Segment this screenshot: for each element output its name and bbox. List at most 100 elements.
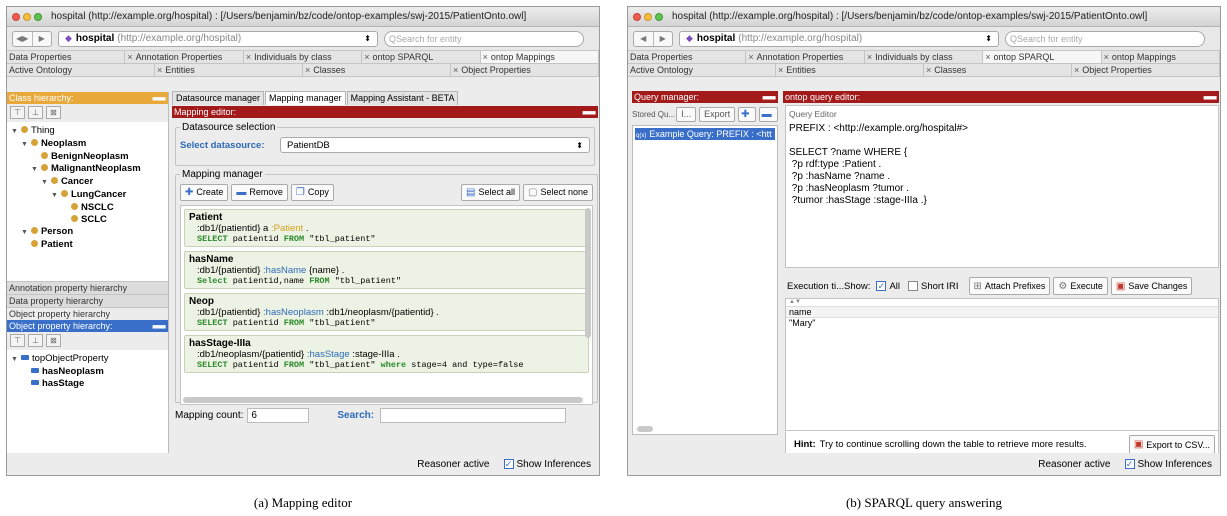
close-tab-icon[interactable]: × [985, 52, 990, 62]
query-list-hscrollbar[interactable] [637, 426, 653, 432]
tab-ontop-sparql[interactable]: × ontop SPARQL [362, 51, 481, 63]
tab-entities[interactable]: × Entities [155, 64, 303, 76]
tab-data-properties[interactable]: Data Properties [628, 51, 747, 63]
query-editor-box[interactable]: Query Editor PREFIX : <http://example.or… [785, 105, 1219, 268]
subtab-mapping-manager[interactable]: Mapping manager [265, 91, 346, 105]
tree-node-hasstage[interactable]: hasStage [11, 378, 164, 390]
add-sibling-property-icon[interactable]: ⊥ [28, 334, 43, 347]
expand-triangle-icon[interactable]: ▼ [41, 179, 48, 186]
show-inferences-checkbox[interactable]: ✓ [1124, 459, 1135, 469]
tree-node-benignneoplasm[interactable]: BenignNeoplasm [11, 151, 164, 163]
tree-node-nsclc[interactable]: NSCLC [11, 202, 164, 214]
mapping-search-input[interactable] [380, 408, 567, 423]
mapping-record[interactable]: Neop:db1/{patientid} :hasNeoplasm :db1/n… [184, 293, 589, 331]
remove-query-button[interactable]: ▬ [758, 106, 778, 122]
expand-triangle-icon[interactable]: ▼ [11, 128, 18, 135]
subtab-datasource-manager[interactable]: Datasource manager [172, 91, 265, 105]
back-arrow-icon[interactable]: ◀ [634, 31, 654, 46]
tab-individuals-by-class[interactable]: × Individuals by class [244, 51, 363, 63]
entity-search-input[interactable]: Q Search for entity [1005, 30, 1205, 47]
expand-triangle-icon[interactable]: ▼ [51, 192, 58, 199]
tab-classes[interactable]: × Classes [924, 64, 1072, 76]
pane-controls-icon[interactable]: ■■■■ [152, 322, 166, 334]
close-tab-icon[interactable]: × [305, 65, 310, 75]
tab-annotation-properties[interactable]: × Annotation Properties [746, 51, 865, 63]
tab-data-properties[interactable]: Data Properties [7, 51, 126, 63]
create-mapping-button[interactable]: ✚ Create [180, 183, 229, 201]
pane-controls-icon[interactable]: ■■■■ [1203, 93, 1217, 105]
tab-object-properties[interactable]: × Object Properties [1072, 64, 1220, 76]
query-item-selected[interactable]: q(x) Example Query: PREFIX : <htt [635, 128, 775, 140]
ontology-selector[interactable]: ◆ hospital (http://example.org/hospital)… [58, 30, 378, 47]
import-button[interactable]: I... [676, 106, 697, 122]
entity-search-input[interactable]: Q Search for entity [384, 30, 584, 47]
stack-annotation-property-hierarchy[interactable]: Annotation property hierarchy [7, 281, 168, 294]
show-inferences-checkbox[interactable]: ✓ [503, 459, 514, 469]
back-arrow-icon[interactable]: ◀▶ [13, 31, 33, 46]
forward-arrow-icon[interactable]: ▶ [654, 32, 673, 46]
tab-ontop-mappings[interactable]: × ontop Mappings [480, 51, 599, 63]
tab-active-ontology[interactable]: Active Ontology [7, 64, 155, 76]
add-sibling-icon[interactable]: ⊥ [28, 106, 43, 119]
close-tab-icon[interactable]: × [1104, 52, 1109, 62]
tree-node-lungcancer[interactable]: ▼ LungCancer [11, 189, 164, 202]
expand-triangle-icon[interactable]: ▼ [21, 141, 28, 148]
short-iri-checkbox[interactable]: ✓ [908, 281, 918, 291]
close-tab-icon[interactable]: × [157, 65, 162, 75]
tab-ontop-sparql[interactable]: × ontop SPARQL [983, 51, 1102, 63]
export-csv-button[interactable]: ▣ Export to CSV... [1128, 434, 1215, 455]
expand-triangle-icon[interactable]: ▼ [31, 166, 38, 173]
result-column-header[interactable]: name [786, 307, 1218, 318]
tree-node-thing[interactable]: ▼ Thing [11, 125, 164, 138]
pane-controls-icon[interactable]: ■■■■ [152, 94, 166, 106]
close-tab-icon[interactable]: × [748, 52, 753, 62]
datasource-select[interactable]: PatientDB ⬍ [280, 137, 590, 153]
mapping-record[interactable]: hasName:db1/{patientid} :hasName {name} … [184, 251, 589, 289]
close-tab-icon[interactable]: × [778, 65, 783, 75]
remove-mapping-button[interactable]: ▬ Remove [231, 183, 288, 201]
pane-controls-icon[interactable]: ■■■■ [762, 93, 776, 105]
delete-class-icon[interactable]: ⊠ [46, 106, 61, 119]
tree-node-topobjectproperty[interactable]: ▼ topObjectProperty [11, 353, 164, 366]
tab-active-ontology[interactable]: Active Ontology [628, 64, 776, 76]
save-changes-button[interactable]: ▣ Save Changes [1110, 277, 1193, 295]
tree-node-hasneoplasm[interactable]: hasNeoplasm [11, 366, 164, 378]
all-checkbox[interactable]: ✓ [876, 281, 887, 291]
add-subclass-icon[interactable]: ⊤ [10, 106, 25, 119]
select-none-button[interactable]: ▢ Select none [523, 183, 593, 201]
minimize-window-button[interactable] [644, 12, 652, 21]
result-row[interactable]: "Mary" [786, 318, 1218, 329]
close-window-button[interactable] [12, 12, 20, 21]
tab-individuals-by-class[interactable]: × Individuals by class [865, 51, 984, 63]
minimize-window-button[interactable] [23, 12, 31, 21]
zoom-window-button[interactable] [34, 12, 42, 21]
close-tab-icon[interactable]: × [453, 65, 458, 75]
mapping-record[interactable]: hasStage-IIIa:db1/neoplasm/{patientid} :… [184, 335, 589, 373]
close-tab-icon[interactable]: × [127, 52, 132, 62]
add-subproperty-icon[interactable]: ⊤ [10, 334, 25, 347]
close-tab-icon[interactable]: × [926, 65, 931, 75]
close-window-button[interactable] [633, 12, 641, 21]
stack-object-property-hierarchy[interactable]: Object property hierarchy [7, 307, 168, 320]
close-tab-icon[interactable]: × [483, 52, 488, 62]
pane-controls-icon[interactable]: ■■■■ [582, 108, 596, 120]
zoom-window-button[interactable] [655, 12, 663, 21]
tab-ontop-mappings[interactable]: × ontop Mappings [1102, 51, 1220, 63]
mapping-list-hscrollbar[interactable] [183, 397, 583, 403]
close-tab-icon[interactable]: × [1074, 65, 1079, 75]
mapping-record[interactable]: Patient:db1/{patientid} a :Patient . SELE… [184, 209, 589, 247]
execute-button[interactable]: ⚙ Execute [1053, 277, 1108, 295]
close-tab-icon[interactable]: × [246, 52, 251, 62]
expand-triangle-icon[interactable]: ▼ [11, 356, 18, 363]
copy-mapping-button[interactable]: ❐ Copy [290, 183, 334, 201]
close-tab-icon[interactable]: × [364, 52, 369, 62]
tab-annotation-properties[interactable]: × Annotation Properties [125, 51, 244, 63]
tree-node-sclc[interactable]: SCLC [11, 214, 164, 226]
tab-entities[interactable]: × Entities [776, 64, 924, 76]
attach-prefixes-button[interactable]: ⊞ Attach Prefixes [968, 277, 1051, 295]
mapping-list-scrollbar[interactable] [585, 208, 591, 338]
close-tab-icon[interactable]: × [867, 52, 872, 62]
select-all-button[interactable]: ▤ Select all [461, 183, 520, 201]
ontology-selector[interactable]: ◆ hospital (http://example.org/hospital)… [679, 30, 999, 47]
export-button[interactable]: Export [699, 106, 736, 122]
